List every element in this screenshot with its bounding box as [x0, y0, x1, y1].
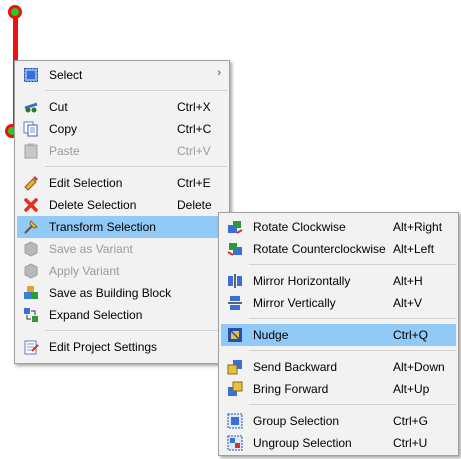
expand-selection-icon — [24, 308, 38, 322]
submenu-arrow-icon: › — [217, 67, 221, 79]
save-variant-icon — [24, 241, 38, 257]
menu-item-label: Expand Selection — [49, 308, 143, 322]
mirror-horizontal-icon — [228, 274, 242, 288]
submenu-item-label: Mirror Vertically — [253, 296, 336, 310]
submenu-item-label: Mirror Horizontally — [253, 274, 351, 288]
menu-item-delete-selection[interactable]: Delete Selection Delete — [17, 194, 227, 216]
submenu-item-label: Group Selection — [253, 414, 340, 428]
submenu-item-ungroup-selection[interactable]: Ungroup Selection Ctrl+U — [221, 432, 456, 454]
submenu-item-label: Rotate Counterclockwise — [253, 242, 386, 256]
submenu-item-send-backward[interactable]: Send Backward Alt+Down — [221, 356, 456, 378]
menu-item-save-as-building-block[interactable]: Save as Building Block — [17, 282, 227, 304]
menu-item-paste[interactable]: Paste Ctrl+V — [17, 140, 227, 162]
menu-separator — [249, 318, 456, 319]
mirror-vertical-icon — [228, 296, 242, 310]
select-icon — [24, 68, 38, 82]
menu-item-cut[interactable]: Cut Ctrl+X — [17, 96, 227, 118]
context-menu: Select › Cut Ctrl+X Copy Ctrl+C Paste Ct… — [14, 60, 230, 364]
menu-item-label: Cut — [49, 100, 68, 114]
menu-item-label: Paste — [49, 144, 80, 158]
submenu-item-label: Ungroup Selection — [253, 436, 352, 450]
submenu-item-shortcut: Alt+Up — [393, 382, 430, 396]
submenu-item-shortcut: Ctrl+G — [393, 414, 429, 428]
submenu-item-nudge[interactable]: Nudge Ctrl+Q — [221, 324, 456, 346]
rotate-counterclockwise-icon — [227, 243, 242, 256]
copy-icon — [23, 121, 38, 137]
bring-forward-icon — [228, 381, 243, 396]
submenu-item-rotate-clockwise[interactable]: Rotate Clockwise Alt+Right — [221, 216, 456, 238]
menu-item-select[interactable]: Select › — [17, 64, 227, 86]
menu-item-shortcut: Ctrl+E — [177, 176, 211, 190]
menu-separator — [45, 166, 227, 167]
building-block-icon — [24, 286, 38, 299]
transform-submenu: Rotate Clockwise Alt+Right Rotate Counte… — [218, 212, 459, 456]
submenu-item-shortcut: Alt+V — [393, 296, 423, 310]
submenu-item-mirror-horizontally[interactable]: Mirror Horizontally Alt+H — [221, 270, 456, 292]
submenu-item-label: Nudge — [253, 328, 289, 342]
menu-item-transform-selection[interactable]: Transform Selection › — [17, 216, 227, 238]
menu-item-shortcut: Delete — [177, 198, 212, 212]
rotate-clockwise-icon — [228, 221, 243, 234]
menu-item-label: Apply Variant — [49, 264, 120, 278]
submenu-item-shortcut: Alt+H — [393, 274, 423, 288]
menu-item-apply-variant[interactable]: Apply Variant › — [17, 260, 227, 282]
nudge-icon — [228, 328, 242, 342]
menu-item-edit-project-settings[interactable]: Edit Project Settings — [17, 336, 227, 358]
submenu-item-shortcut: Ctrl+U — [393, 436, 428, 450]
menu-item-expand-selection[interactable]: Expand Selection › — [17, 304, 227, 326]
menu-item-save-as-variant[interactable]: Save as Variant — [17, 238, 227, 260]
submenu-item-mirror-vertically[interactable]: Mirror Vertically Alt+V — [221, 292, 456, 314]
menu-item-shortcut: Ctrl+V — [177, 144, 211, 158]
menu-item-shortcut: Ctrl+C — [177, 122, 212, 136]
menu-item-label: Edit Project Settings — [49, 340, 158, 354]
cut-icon — [24, 102, 38, 113]
menu-item-label: Save as Building Block — [49, 286, 172, 300]
menu-item-label: Save as Variant — [49, 242, 133, 256]
menu-item-shortcut: Ctrl+X — [177, 100, 211, 114]
submenu-item-label: Send Backward — [253, 360, 338, 374]
transform-icon — [24, 220, 38, 234]
group-selection-icon — [227, 413, 243, 429]
ungroup-selection-icon — [227, 435, 243, 451]
menu-item-label: Transform Selection — [49, 220, 156, 234]
apply-variant-icon — [24, 263, 38, 279]
project-settings-icon — [24, 340, 39, 355]
submenu-item-label: Rotate Clockwise — [253, 220, 346, 234]
send-backward-icon — [227, 360, 242, 375]
menu-item-edit-selection[interactable]: Edit Selection Ctrl+E — [17, 172, 227, 194]
paste-icon — [24, 143, 38, 159]
menu-item-label: Edit Selection — [49, 176, 123, 190]
menu-separator — [249, 350, 456, 351]
submenu-item-shortcut: Alt+Left — [393, 242, 435, 256]
submenu-item-label: Bring Forward — [253, 382, 329, 396]
menu-separator — [249, 404, 456, 405]
delete-icon — [24, 198, 38, 212]
submenu-item-shortcut: Alt+Right — [393, 220, 443, 234]
menu-separator — [249, 264, 456, 265]
submenu-item-group-selection[interactable]: Group Selection Ctrl+G — [221, 410, 456, 432]
edit-selection-icon — [24, 176, 38, 191]
submenu-item-rotate-counterclockwise[interactable]: Rotate Counterclockwise Alt+Left — [221, 238, 456, 260]
submenu-item-shortcut: Ctrl+Q — [393, 328, 429, 342]
menu-item-label: Select — [49, 68, 83, 82]
menu-item-label: Copy — [49, 122, 78, 136]
submenu-item-shortcut: Alt+Down — [393, 360, 445, 374]
submenu-item-bring-forward[interactable]: Bring Forward Alt+Up — [221, 378, 456, 400]
menu-separator — [45, 90, 227, 91]
menu-item-label: Delete Selection — [49, 198, 137, 212]
menu-separator — [45, 330, 227, 331]
menu-item-copy[interactable]: Copy Ctrl+C — [17, 118, 227, 140]
wire-endpoint-top[interactable] — [8, 5, 22, 19]
